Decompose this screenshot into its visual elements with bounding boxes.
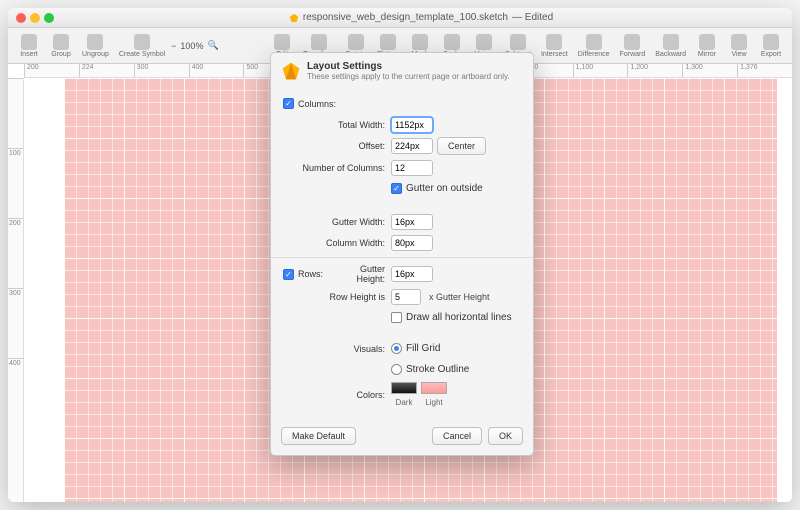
ungroup-icon	[87, 34, 103, 50]
group-icon	[53, 34, 69, 50]
columns-checkbox[interactable]: ✓	[283, 98, 294, 109]
group-button[interactable]: Group	[46, 34, 76, 58]
number-of-columns-input[interactable]	[391, 160, 433, 176]
backward-icon	[663, 34, 679, 50]
sketch-file-icon	[289, 13, 299, 23]
light-label: Light	[421, 398, 447, 407]
rows-label: Rows:	[298, 269, 323, 279]
symbol-icon	[134, 34, 150, 50]
close-window-button[interactable]	[16, 13, 26, 23]
mask-icon	[412, 34, 428, 50]
mirror-icon	[699, 34, 715, 50]
titlebar: responsive_web_design_template_100.sketc…	[8, 8, 792, 28]
union-icon	[476, 34, 492, 50]
row-height-suffix: x Gutter Height	[429, 292, 490, 302]
total-width-label: Total Width:	[283, 120, 391, 130]
gutter-width-input[interactable]	[391, 214, 433, 230]
ok-button[interactable]: OK	[488, 427, 523, 445]
backward-button[interactable]: Backward	[651, 34, 690, 58]
dark-label: Dark	[391, 398, 417, 407]
offset-label: Offset:	[283, 141, 391, 151]
fill-grid-label: Fill Grid	[406, 343, 440, 354]
ungroup-button[interactable]: Ungroup	[78, 34, 113, 58]
colors-label: Colors:	[283, 390, 391, 400]
number-of-columns-label: Number of Columns:	[283, 163, 391, 173]
forward-icon	[624, 34, 640, 50]
column-width-label: Column Width:	[283, 238, 391, 248]
gutter-outside-label: Gutter on outside	[406, 183, 483, 194]
forward-button[interactable]: Forward	[616, 34, 650, 58]
dark-color-swatch[interactable]	[391, 382, 417, 394]
gutter-height-label: Gutter Height:	[333, 264, 391, 284]
dialog-title: Layout Settings	[307, 61, 510, 72]
plus-icon	[21, 34, 37, 50]
flatten-icon	[380, 34, 396, 50]
center-button[interactable]: Center	[437, 137, 486, 155]
gutter-width-label: Gutter Width:	[283, 217, 391, 227]
create-symbol-button[interactable]: Create Symbol	[115, 34, 169, 58]
row-height-input[interactable]	[391, 289, 421, 305]
gutter-outside-checkbox[interactable]: ✓	[391, 183, 402, 194]
gutter-height-input[interactable]	[391, 266, 433, 282]
transform-icon	[311, 34, 327, 50]
fill-grid-radio[interactable]	[391, 343, 402, 354]
vertical-ruler[interactable]: 100200300400	[8, 78, 24, 502]
light-color-swatch[interactable]	[421, 382, 447, 394]
subtract-icon	[510, 34, 526, 50]
row-height-prefix: Row Height is	[283, 292, 391, 302]
rotate-icon	[348, 34, 364, 50]
visuals-label: Visuals:	[283, 344, 391, 354]
column-width-input[interactable]	[391, 235, 433, 251]
stroke-outline-label: Stroke Outline	[406, 364, 469, 375]
zoom-window-button[interactable]	[44, 13, 54, 23]
sketch-app-icon	[281, 61, 301, 81]
difference-icon	[586, 34, 602, 50]
scale-icon	[444, 34, 460, 50]
minimize-window-button[interactable]	[30, 13, 40, 23]
difference-button[interactable]: Difference	[574, 34, 614, 58]
cancel-button[interactable]: Cancel	[432, 427, 482, 445]
total-width-input[interactable]	[391, 117, 433, 133]
window-title: responsive_web_design_template_100.sketc…	[58, 12, 784, 23]
dialog-subtitle: These settings apply to the current page…	[307, 72, 510, 81]
offset-input[interactable]	[391, 138, 433, 154]
insert-button[interactable]: Insert	[14, 34, 44, 58]
view-button[interactable]: View	[724, 34, 754, 58]
stroke-outline-radio[interactable]	[391, 364, 402, 375]
mirror-button[interactable]: Mirror	[692, 34, 722, 58]
columns-label: Columns:	[298, 99, 336, 109]
intersect-button[interactable]: Intersect	[537, 34, 572, 58]
edit-icon	[274, 34, 290, 50]
rows-checkbox[interactable]: ✓	[283, 269, 294, 280]
export-icon	[763, 34, 779, 50]
draw-all-lines-checkbox[interactable]	[391, 312, 402, 323]
make-default-button[interactable]: Make Default	[281, 427, 356, 445]
layout-settings-dialog: Layout Settings These settings apply to …	[270, 52, 534, 456]
draw-all-lines-label: Draw all horizontal lines	[406, 312, 512, 323]
zoom-control[interactable]: −100%🔍	[171, 40, 219, 51]
export-button[interactable]: Export	[756, 34, 786, 58]
view-icon	[731, 34, 747, 50]
intersect-icon	[546, 34, 562, 50]
